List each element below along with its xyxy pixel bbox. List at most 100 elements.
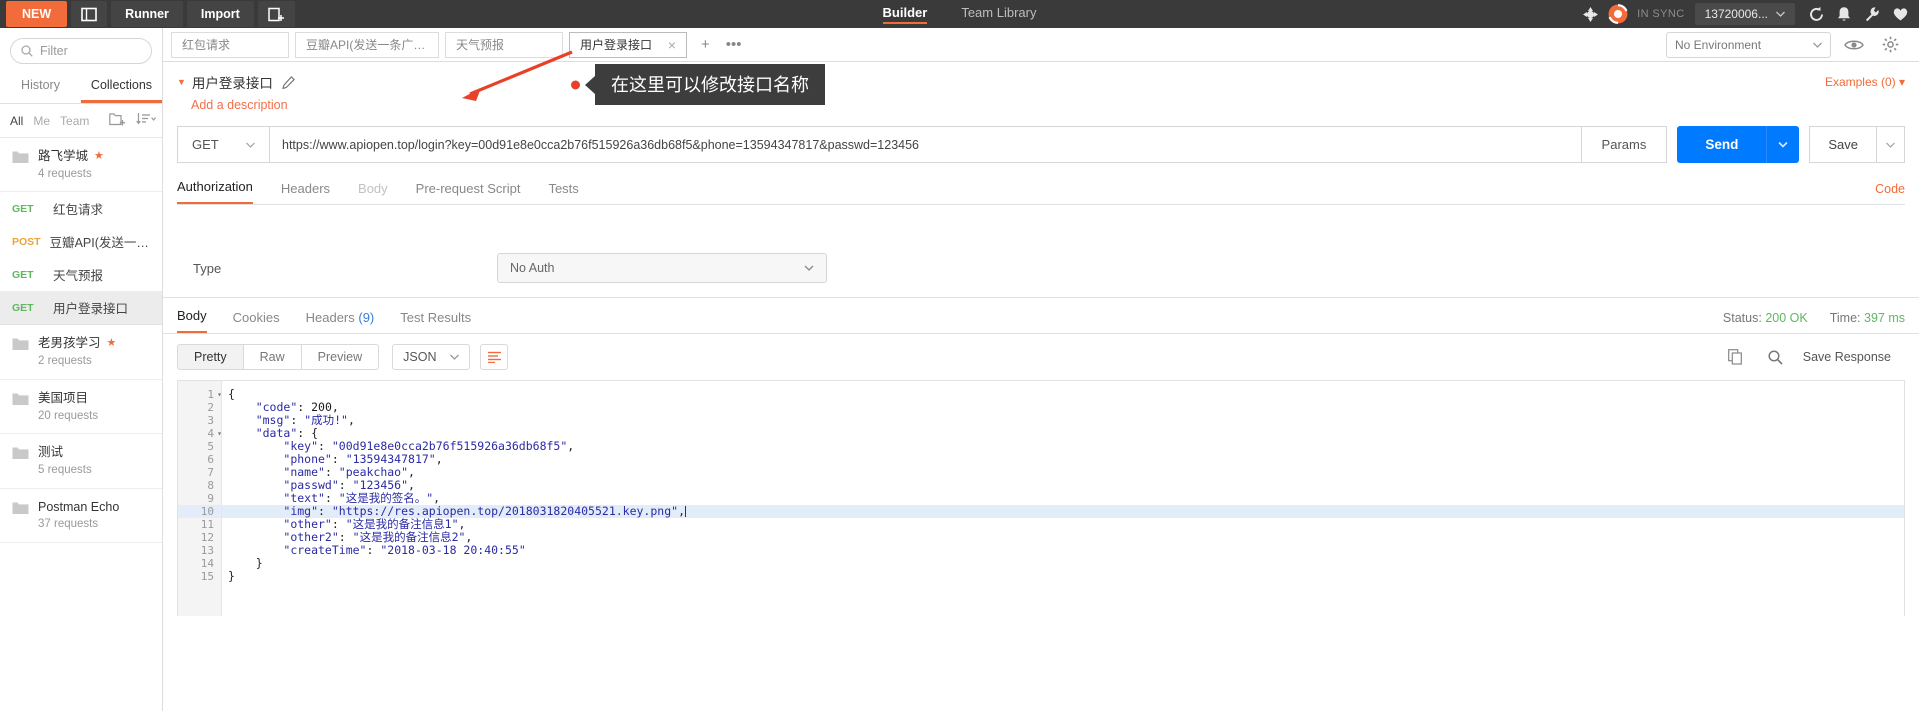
format-raw-button[interactable]: Raw — [242, 344, 302, 370]
list-item[interactable]: 老男孩学习 ★ 2 requests — [0, 325, 162, 380]
send-options-button[interactable] — [1766, 126, 1800, 163]
filter-all[interactable]: All — [10, 114, 23, 128]
sync-status-button[interactable] — [1605, 3, 1631, 25]
url-input[interactable]: https://www.apiopen.top/login?key=00d91e… — [269, 126, 1582, 163]
add-description-link[interactable]: Add a description — [163, 92, 1919, 112]
tab-overflow-button[interactable]: ••• — [718, 36, 750, 53]
copy-button[interactable] — [1723, 346, 1749, 368]
chevron-down-icon — [246, 142, 255, 148]
tab-builder[interactable]: Builder — [882, 5, 928, 24]
chevron-down-icon — [1886, 142, 1895, 148]
settings-button[interactable] — [1877, 34, 1903, 56]
notifications-button[interactable] — [1831, 3, 1857, 25]
list-item-selected[interactable]: GET 用户登录接口 — [0, 291, 162, 326]
request-name: 用户登录接口 — [53, 302, 129, 317]
list-item[interactable]: POST 豆瓣API(发送一条广... — [0, 225, 162, 258]
wrap-lines-button[interactable] — [480, 344, 509, 370]
account-label: 13720006... — [1704, 7, 1768, 21]
request-tab[interactable]: 天气预报 — [445, 31, 563, 58]
tab-pre-request-script[interactable]: Pre-request Script — [416, 181, 521, 204]
page-title: 用户登录接口 — [191, 76, 273, 91]
request-tab[interactable]: 红包请求 — [171, 31, 289, 58]
response-tab-cookies[interactable]: Cookies — [233, 310, 280, 333]
sidebar-tabs: History Collections — [0, 70, 162, 104]
settings-wrench-button[interactable] — [1859, 3, 1885, 25]
list-item[interactable]: GET 天气预报 — [0, 258, 162, 291]
list-item[interactable]: 测试 5 requests — [0, 434, 162, 489]
bell-icon — [1838, 6, 1850, 21]
import-button[interactable]: Import — [186, 1, 254, 27]
save-button[interactable]: Save — [1809, 126, 1877, 163]
examples-label: Examples (0) — [1824, 75, 1896, 89]
tab-headers[interactable]: Headers — [281, 181, 330, 204]
tab-tests[interactable]: Tests — [548, 181, 578, 204]
environment-quick-look-button[interactable] — [1841, 34, 1867, 56]
chevron-down-icon — [450, 354, 460, 360]
send-button[interactable]: Send — [1677, 126, 1767, 163]
filter-input[interactable]: Filter — [10, 38, 152, 64]
filter-me[interactable]: Me — [33, 114, 50, 128]
response-tab-headers[interactable]: Headers (9) — [306, 310, 375, 333]
sidebar-toggle-button[interactable] — [71, 1, 108, 27]
response-body-viewer[interactable]: 1 ▾ 2 3 4 ▾ 5 6 7 8 9 10 11 12 13 14 15 { "code": 200, "… — [177, 380, 1905, 616]
list-item[interactable]: GET 红包请求 — [0, 192, 162, 225]
collection-name: 测试 — [38, 445, 64, 460]
panel-icon — [81, 7, 97, 21]
language-selector[interactable]: JSON — [392, 344, 471, 370]
list-item[interactable]: Postman Echo 37 requests — [0, 489, 162, 543]
favorites-button[interactable] — [1887, 3, 1913, 25]
tab-authorization[interactable]: Authorization — [177, 179, 253, 204]
new-folder-icon — [109, 113, 126, 126]
sort-button[interactable] — [136, 112, 157, 129]
request-tab[interactable]: 豆瓣API(发送一条广播) — [295, 31, 439, 58]
environment-selector[interactable]: No Environment — [1666, 31, 1831, 58]
account-menu[interactable]: 13720006... — [1694, 3, 1795, 25]
request-tab-active[interactable]: 用户登录接口 × — [569, 31, 687, 58]
collection-name-row: 美国项目 — [38, 390, 98, 407]
response-tab-test-results[interactable]: Test Results — [400, 310, 471, 333]
new-window-button[interactable] — [257, 1, 295, 27]
url-bar: GET https://www.apiopen.top/login?key=00… — [177, 126, 1905, 163]
method-selector[interactable]: GET — [177, 126, 269, 163]
caret-down-icon[interactable]: ▼ — [177, 77, 186, 87]
collection-count: 37 requests — [38, 518, 99, 531]
sidebar-tab-history[interactable]: History — [0, 70, 81, 103]
new-folder-button[interactable] — [109, 112, 126, 129]
language-label: JSON — [403, 350, 437, 364]
list-item-text: 测试 5 requests — [38, 444, 92, 478]
top-bar: NEW Runner Import Builder Team Library I… — [0, 0, 1919, 28]
format-pretty-button[interactable]: Pretty — [177, 344, 244, 370]
response-tab-body[interactable]: Body — [177, 308, 207, 333]
auth-type-select[interactable]: No Auth — [497, 253, 827, 283]
params-button[interactable]: Params — [1581, 126, 1668, 163]
collection-name: 路飞学城 — [38, 149, 89, 163]
examples-button[interactable]: Examples (0) ▾ — [1825, 75, 1905, 89]
collection-count: 4 requests — [38, 167, 92, 180]
heart-icon — [1893, 8, 1907, 21]
format-preview-button[interactable]: Preview — [300, 344, 380, 370]
rocket-button[interactable] — [1577, 3, 1603, 25]
request-name: 豆瓣API(发送一条广... — [49, 236, 152, 251]
search-response-button[interactable] — [1763, 346, 1789, 368]
list-item[interactable]: 美国项目 20 requests — [0, 380, 162, 435]
eye-icon — [1844, 40, 1864, 49]
runner-button[interactable]: Runner — [111, 1, 183, 27]
collections-list[interactable]: 路飞学城 ★ 4 requests GET 红包请求 POST 豆瓣API(发送… — [0, 138, 162, 711]
method-badge: GET — [12, 301, 34, 314]
tab-team-library[interactable]: Team Library — [961, 5, 1036, 24]
code-link[interactable]: Code — [1875, 182, 1905, 204]
save-response-button[interactable]: Save Response — [1803, 350, 1891, 364]
collection-name: Postman Echo — [38, 499, 120, 514]
refresh-button[interactable] — [1803, 3, 1829, 25]
list-item[interactable]: 路飞学城 ★ 4 requests — [0, 138, 162, 193]
tab-body[interactable]: Body — [358, 181, 388, 204]
edit-name-button[interactable] — [282, 75, 295, 89]
sidebar-tab-collections[interactable]: Collections — [81, 70, 162, 103]
filter-team[interactable]: Team — [60, 114, 89, 128]
response-code[interactable]: { "code": 200, "msg": "成功!", "data": { "… — [222, 381, 1904, 616]
save-options-button[interactable] — [1877, 126, 1905, 163]
new-button[interactable]: NEW — [6, 1, 68, 27]
close-icon[interactable]: × — [668, 37, 676, 53]
app-body: Filter History Collections All Me Team 路… — [0, 28, 1919, 711]
add-request-tab-button[interactable]: + — [693, 36, 718, 53]
